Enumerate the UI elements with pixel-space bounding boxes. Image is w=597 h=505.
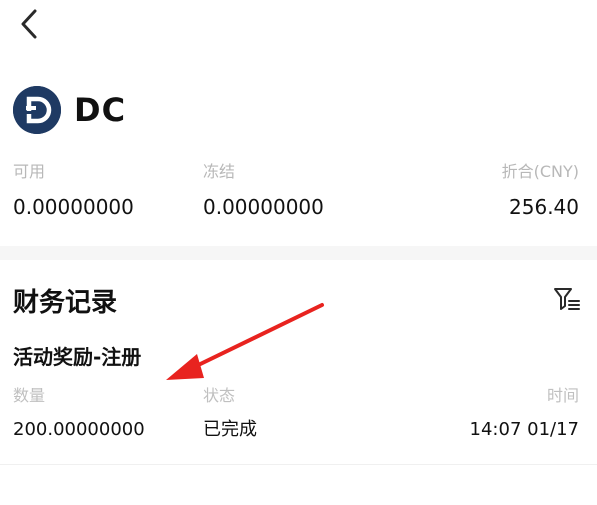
converted-value: 256.40 bbox=[509, 195, 579, 219]
coin-logo bbox=[13, 86, 61, 134]
record-time: 时间 14:07 01/17 bbox=[470, 384, 579, 443]
chevron-left-icon bbox=[21, 9, 37, 39]
record-status: 状态 已完成 bbox=[203, 384, 257, 443]
available-label: 可用 bbox=[13, 162, 46, 181]
record-item[interactable]: 活动奖励-注册 数量 200.00000000 状态 已完成 时间 14:07 … bbox=[13, 342, 579, 454]
filter-button[interactable] bbox=[553, 286, 581, 312]
record-divider bbox=[0, 464, 597, 465]
records-title: 财务记录 bbox=[13, 288, 118, 318]
status-label: 状态 bbox=[203, 386, 236, 405]
available-value: 0.00000000 bbox=[13, 195, 134, 219]
available-balance: 可用 0.00000000 bbox=[13, 160, 134, 220]
time-value: 14:07 01/17 bbox=[469, 419, 579, 440]
frozen-value: 0.00000000 bbox=[203, 195, 324, 219]
converted-label: 折合(CNY) bbox=[501, 162, 579, 181]
filter-icon bbox=[554, 288, 580, 310]
dc-logo-icon bbox=[13, 86, 61, 134]
coin-header: DC bbox=[13, 86, 126, 134]
balance-summary: 可用 0.00000000 冻结 0.00000000 折合(CNY) 256.… bbox=[13, 160, 579, 224]
record-details: 数量 200.00000000 状态 已完成 时间 14:07 01/17 bbox=[13, 384, 579, 454]
time-label: 时间 bbox=[546, 386, 579, 405]
section-divider bbox=[0, 246, 597, 260]
frozen-balance: 冻结 0.00000000 bbox=[203, 160, 324, 220]
record-amount: 数量 200.00000000 bbox=[13, 384, 145, 443]
status-value: 已完成 bbox=[203, 419, 257, 440]
frozen-label: 冻结 bbox=[203, 162, 236, 181]
back-button[interactable] bbox=[14, 6, 46, 42]
converted-balance: 折合(CNY) 256.40 bbox=[502, 160, 579, 220]
amount-value: 200.00000000 bbox=[13, 419, 145, 440]
amount-label: 数量 bbox=[13, 386, 46, 405]
coin-symbol: DC bbox=[74, 91, 127, 129]
record-title: 活动奖励-注册 bbox=[13, 345, 142, 369]
